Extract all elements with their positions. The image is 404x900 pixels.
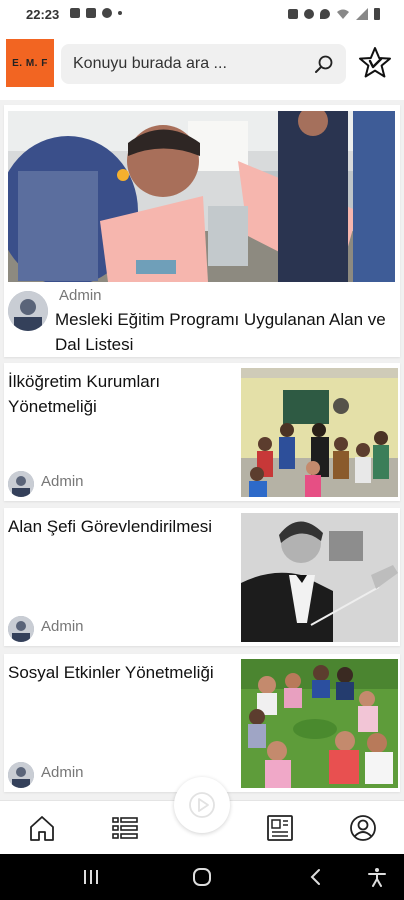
app-logo[interactable]: E. M. F — [6, 39, 54, 87]
author-avatar[interactable] — [8, 471, 34, 497]
lock-icon — [288, 9, 298, 19]
more-notifications-icon — [118, 11, 122, 15]
home-icon[interactable] — [27, 813, 57, 843]
search-input[interactable]: Konuyu burada ara ... — [73, 55, 227, 73]
back-icon[interactable] — [305, 866, 327, 888]
featured-article-title[interactable]: Mesleki Eğitim Programı Uygulanan Alan v… — [55, 307, 395, 357]
article-card[interactable]: Sosyal Etkinler Yönetmeliği Admin — [4, 654, 400, 792]
favorites-star-icon[interactable] — [358, 46, 392, 80]
location-icon — [320, 9, 330, 19]
alarm-icon — [304, 9, 314, 19]
status-bar: 22:23 — [0, 0, 404, 30]
signal-icon — [356, 8, 368, 20]
article-thumbnail[interactable] — [241, 368, 398, 497]
article-thumbnail[interactable] — [241, 513, 398, 642]
home-button-icon[interactable] — [191, 866, 213, 888]
app-header: E. M. F Konuyu burada ara ... — [0, 30, 404, 100]
author-name[interactable]: Admin — [41, 618, 84, 635]
author-avatar[interactable] — [8, 291, 48, 331]
accessibility-icon[interactable] — [366, 866, 388, 888]
bottom-navigation — [0, 777, 404, 855]
author-avatar[interactable] — [8, 762, 34, 788]
system-navigation-bar — [0, 854, 404, 900]
article-thumbnail[interactable] — [241, 659, 398, 788]
cloud-icon — [102, 8, 112, 18]
system-status-icons — [288, 8, 380, 20]
author-name[interactable]: Admin — [41, 473, 84, 490]
article-title[interactable]: Alan Şefi Görevlendirilmesi — [8, 514, 230, 539]
featured-article-image[interactable] — [8, 111, 395, 282]
search-bar[interactable]: Konuyu burada ara ... — [61, 44, 346, 84]
author-avatar[interactable] — [8, 616, 34, 642]
wifi-icon — [337, 9, 349, 19]
search-icon[interactable] — [314, 54, 334, 74]
status-time: 22:23 — [26, 7, 60, 22]
list-icon[interactable] — [110, 813, 140, 843]
article-card[interactable]: Alan Şefi Görevlendirilmesi Admin — [4, 508, 400, 646]
featured-article-card[interactable]: Admin Mesleki Eğitim Programı Uygulanan … — [4, 105, 400, 357]
author-name[interactable]: Admin — [41, 764, 84, 781]
battery-icon — [374, 8, 380, 20]
recent-apps-icon[interactable] — [80, 866, 102, 888]
play-icon — [189, 792, 215, 818]
profile-icon[interactable] — [348, 813, 378, 843]
author-name[interactable]: Admin — [59, 287, 102, 304]
logo-text: E. M. F — [12, 57, 48, 69]
notification-icon — [70, 8, 80, 18]
article-title[interactable]: Sosyal Etkinler Yönetmeliği — [8, 660, 230, 685]
notification-icons — [70, 8, 122, 18]
image-icon — [86, 8, 96, 18]
article-title[interactable]: İlköğretim Kurumları Yönetmeliği — [8, 369, 230, 419]
article-card[interactable]: İlköğretim Kurumları Yönetmeliği Admin — [4, 363, 400, 501]
newspaper-icon[interactable] — [265, 813, 295, 843]
play-button[interactable] — [174, 777, 230, 833]
